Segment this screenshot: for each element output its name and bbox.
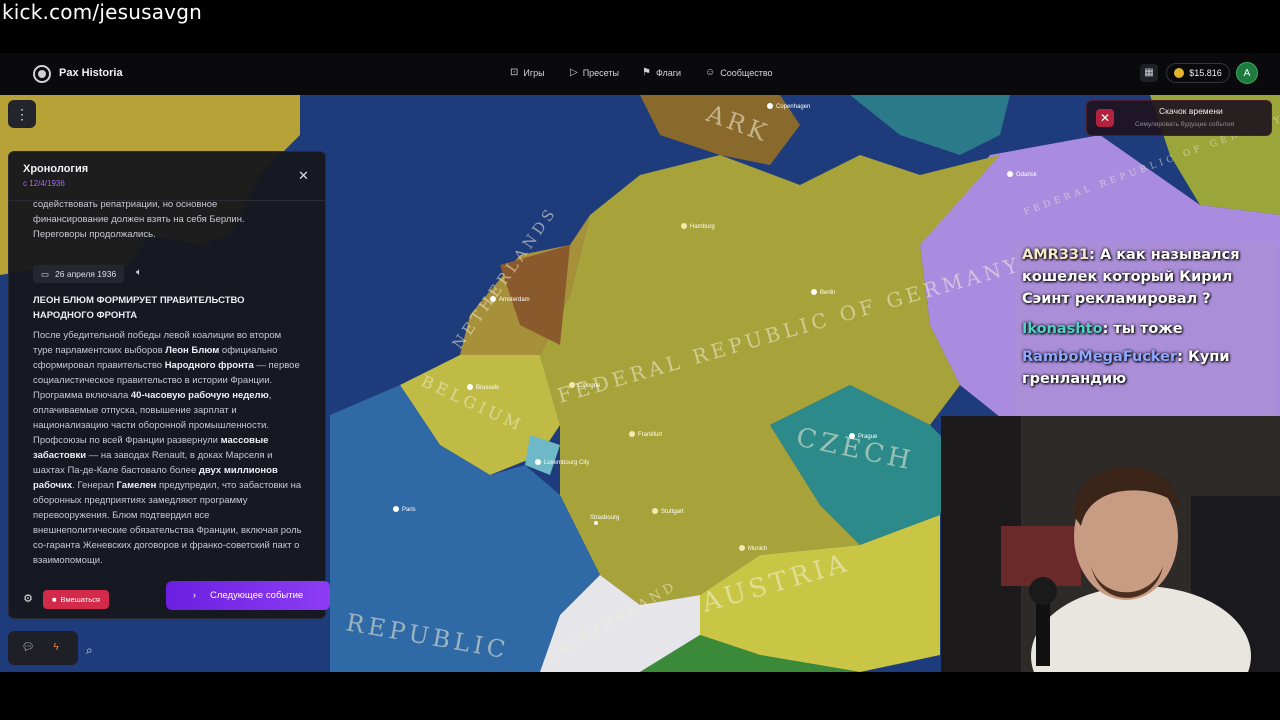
city-amsterdam-marker[interactable] — [490, 296, 496, 302]
city-munich-marker[interactable] — [739, 545, 745, 551]
city-hamburg: Hamburg — [690, 224, 715, 230]
event-title: ЛЕОН БЛЮМ ФОРМИРУЕТ ПРАВИТЕЛЬСТВО НАРОДН… — [33, 295, 245, 321]
previous-event-text: содействовать репатриации, но основное ф… — [33, 199, 245, 240]
balance-badge[interactable]: $15.816 — [1166, 63, 1230, 83]
top-bar: Pax Historia ⊡ Игры ▷ Пресеты ⚑ Флаги ☺ … — [0, 53, 1280, 96]
city-hamburg-marker[interactable] — [681, 223, 687, 229]
play-icon: ▷ — [570, 67, 578, 78]
next-event-button[interactable]: › Следующее событие — [166, 581, 330, 610]
nav-flags-label: Флаги — [655, 67, 682, 78]
flag-icon: ⚑ — [642, 67, 651, 78]
city-frankfurt: Frankfurt — [638, 432, 662, 438]
city-berlin-marker[interactable] — [811, 289, 817, 295]
city-prague: Prague — [858, 434, 878, 440]
event-body-text: предупредил, что забастовки на оборонных… — [33, 480, 302, 566]
city-cologne-marker[interactable] — [569, 382, 575, 388]
nav-presets[interactable]: ▷ Пресеты — [570, 67, 619, 78]
city-prague-marker[interactable] — [849, 433, 855, 439]
city-luxembourg: Luxembourg City — [544, 460, 589, 466]
time-jump-title: Скачок времени — [1159, 106, 1223, 116]
chat-icon[interactable]: 💬︎ — [18, 639, 38, 657]
city-frankfurt-marker[interactable] — [629, 431, 635, 437]
chat-text: : ты тоже — [1102, 321, 1183, 337]
nav-flags[interactable]: ⚑ Флаги — [642, 67, 681, 78]
square-icon: ■ — [52, 595, 57, 604]
nav-community-label: Сообщество — [720, 67, 773, 78]
city-cologne: Cologne — [578, 383, 601, 389]
event-body-bold: Гамелен — [116, 480, 157, 491]
globe-logo-icon[interactable] — [33, 65, 51, 83]
city-munich: Munich — [748, 546, 767, 552]
chat-message: RamboMegaFucker: Купи гренландию — [1022, 346, 1272, 390]
event-body-bold: 40-часовую рабочую неделю — [130, 390, 269, 401]
city-brussels-marker[interactable] — [467, 384, 473, 390]
event-body-bold: Народного фронта — [164, 360, 254, 371]
city-stuttgart: Stuttgart — [661, 509, 684, 515]
chat-message: Ikonashto: ты тоже — [1022, 318, 1183, 340]
event-body: После убедительной победы левой коалиции… — [33, 328, 303, 568]
nav-games-label: Игры — [523, 67, 545, 78]
users-icon: ☺ — [705, 67, 716, 78]
timeline-panel: Хронология с 12/4/1936 ✕ содействовать р… — [8, 151, 330, 619]
nav-presets-label: Пресеты — [582, 67, 619, 78]
city-gdansk: Gdańsk — [1016, 172, 1038, 178]
nav-games[interactable]: ⊡ Игры — [510, 67, 545, 78]
timeline-title: Хронология — [23, 163, 89, 175]
city-strasbourg-marker[interactable] — [594, 521, 598, 525]
time-jump-card[interactable]: ✕ Скачок времени Симулировать будущие со… — [1086, 100, 1272, 136]
city-gdansk-marker[interactable] — [1007, 171, 1013, 177]
avatar[interactable]: A — [1236, 62, 1258, 84]
stream-url: kick.com/jesusavgn — [2, 0, 202, 24]
intervene-label: Вмешаться — [60, 595, 100, 604]
city-stuttgart-marker[interactable] — [652, 508, 658, 514]
chat-user: RamboMegaFucker — [1022, 349, 1178, 365]
chat-user: AMR331 — [1022, 247, 1090, 263]
city-brussels: Brussels — [476, 385, 499, 391]
search-icon[interactable]: ⌕ — [86, 643, 93, 658]
time-jump-subtitle: Симулировать будущие события — [1135, 121, 1235, 128]
webcam-feed — [941, 416, 1280, 672]
brand-name[interactable]: Pax Historia — [59, 67, 123, 79]
intervene-button[interactable]: ■ Вмешаться — [43, 590, 109, 609]
speaker-icon[interactable]: 🔈︎ — [136, 267, 142, 278]
city-paris: Paris — [402, 507, 416, 513]
close-icon[interactable]: ✕ — [1096, 109, 1114, 127]
city-copenhagen: Copenhagen — [776, 104, 810, 110]
city-berlin: Berlin — [820, 290, 835, 296]
chat-message: AMR331: А как назывался кошелек который … — [1022, 244, 1272, 310]
stream-chat: AMR331: А как назывался кошелек который … — [1016, 242, 1278, 416]
event-body-bold: Леон Блюм — [165, 345, 220, 356]
event-body-text: . Генерал — [72, 480, 117, 491]
gamepad-icon: ⊡ — [510, 67, 519, 78]
next-event-label: Следующее событие — [210, 590, 304, 601]
calendar-icon: ▭ — [41, 268, 50, 279]
city-paris-marker[interactable] — [393, 506, 399, 512]
nav-community[interactable]: ☺ Сообщество — [705, 67, 773, 78]
timeline-since: с 12/4/1936 — [23, 179, 65, 188]
webcam-image — [941, 416, 1280, 672]
event-date-chip: ▭ 26 апреля 1936 — [33, 265, 125, 283]
gift-icon[interactable]: ▦ — [1140, 64, 1158, 82]
city-copenhagen-marker[interactable] — [767, 103, 773, 109]
map-menu-button[interactable]: ⋮ — [8, 100, 36, 128]
event-date: 26 апреля 1936 — [55, 269, 117, 279]
chevron-right-icon: › — [192, 590, 196, 601]
settings-icon[interactable]: ⚙ — [21, 592, 35, 606]
city-amsterdam: Amsterdam — [499, 297, 530, 303]
balance-value: $15.816 — [1189, 68, 1222, 78]
city-strasbourg: Strasbourg — [590, 515, 619, 521]
city-luxembourg-marker[interactable] — [535, 459, 541, 465]
close-icon[interactable]: ✕ — [298, 168, 309, 184]
lightning-icon[interactable]: ϟ — [46, 639, 66, 657]
chat-user: Ikonashto — [1022, 321, 1103, 337]
bottom-tools: 💬︎ ϟ — [8, 631, 78, 665]
coin-icon — [1174, 68, 1185, 78]
